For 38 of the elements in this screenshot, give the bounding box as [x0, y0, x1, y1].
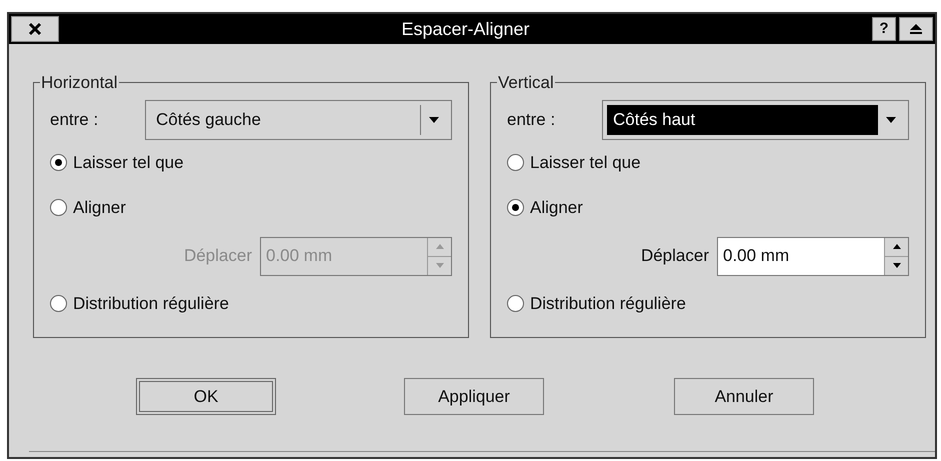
- dropdown-arrow-icon: [886, 116, 896, 122]
- down-arrow-icon: [892, 263, 900, 268]
- field-label: Déplacer: [640, 245, 709, 268]
- dialog-button[interactable]: OK: [136, 378, 276, 415]
- radio-button[interactable]: [507, 154, 524, 171]
- dialog-button[interactable]: Appliquer: [404, 378, 544, 415]
- close-button[interactable]: [11, 16, 59, 42]
- radio-option[interactable]: Laisser tel que: [50, 152, 184, 174]
- dialog-button[interactable]: Annuler: [674, 378, 814, 415]
- radio-button[interactable]: [50, 295, 67, 312]
- dropdown-value: Côtés haut: [607, 104, 878, 134]
- dropdown[interactable]: Côtés haut: [602, 100, 909, 140]
- radio-option[interactable]: Aligner: [50, 196, 126, 218]
- radio-option[interactable]: Aligner: [507, 196, 583, 218]
- group-title: Horizontal: [40, 72, 119, 94]
- down-arrow-icon: [436, 263, 444, 268]
- help-button[interactable]: ?: [872, 17, 896, 41]
- dropdown-arrow-icon: [429, 116, 439, 122]
- field-label: entre :: [50, 108, 100, 131]
- field-label: entre :: [507, 108, 556, 131]
- radio-button[interactable]: [507, 199, 524, 216]
- up-arrow-icon: [436, 244, 444, 249]
- radio-button[interactable]: [50, 154, 67, 171]
- up-arrow-icon: [892, 244, 900, 249]
- dropdown[interactable]: Côtés gauche: [145, 100, 452, 140]
- collapse-button[interactable]: [899, 17, 933, 41]
- radio-button[interactable]: [507, 295, 524, 312]
- radio-option[interactable]: Distribution régulière: [50, 292, 229, 314]
- close-icon: [28, 22, 42, 36]
- window-title: Espacer-Aligner: [400, 18, 531, 41]
- spin-box[interactable]: 0.00 mm: [717, 236, 909, 276]
- eject-icon: [909, 23, 923, 35]
- group-title: Vertical: [497, 72, 555, 94]
- radio-button[interactable]: [50, 199, 67, 216]
- radio-option[interactable]: Laisser tel que: [507, 152, 641, 174]
- dropdown-value: Côtés gauche: [150, 104, 421, 134]
- field-label: Déplacer: [184, 245, 252, 268]
- radio-option[interactable]: Distribution régulière: [507, 292, 686, 314]
